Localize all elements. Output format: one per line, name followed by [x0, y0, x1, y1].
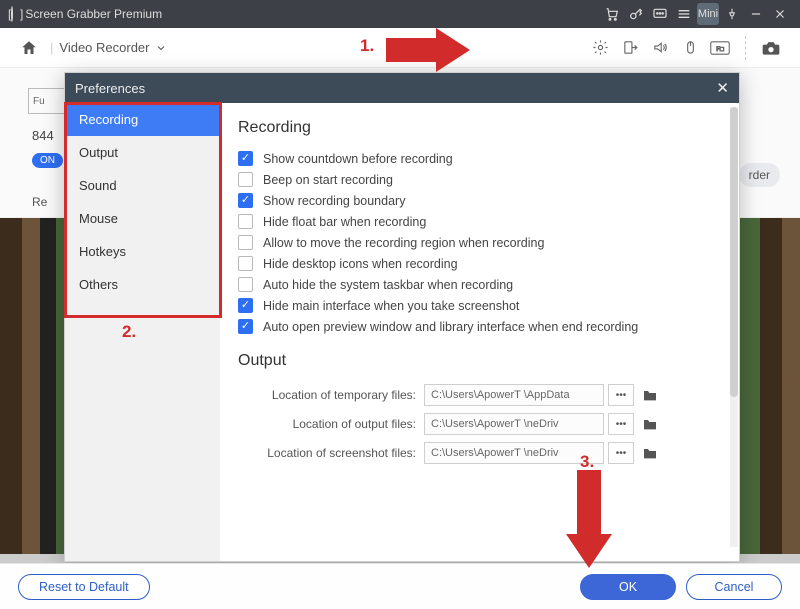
svg-text:F□: F□	[716, 46, 724, 53]
mode-label: Video Recorder	[59, 40, 149, 55]
dialog-titlebar: Preferences ✕	[65, 73, 739, 103]
output-label: Location of temporary files:	[238, 388, 416, 402]
output-row-0: Location of temporary files: C:\Users\Apo…	[238, 384, 721, 406]
sound-icon[interactable]	[648, 36, 672, 60]
output-label: Location of screenshot files:	[238, 446, 416, 460]
open-folder-icon[interactable]	[640, 414, 660, 434]
rder-badge: rder	[739, 163, 780, 187]
recording-option-7[interactable]: Hide main interface when you take screen…	[238, 298, 721, 313]
mouse-icon[interactable]	[678, 36, 702, 60]
close-icon[interactable]	[769, 3, 791, 25]
reset-button[interactable]: Reset to Default	[18, 574, 150, 600]
output-heading: Output	[238, 352, 721, 370]
minimize-icon[interactable]	[745, 3, 767, 25]
checkbox[interactable]	[238, 172, 253, 187]
option-label: Show countdown before recording	[263, 152, 453, 166]
option-label: Allow to move the recording region when …	[263, 236, 544, 250]
mini-button[interactable]: Mini	[697, 3, 719, 25]
app-title: Screen Grabber Premium	[25, 7, 162, 21]
bracket-logo: [ ]	[8, 7, 21, 21]
feedback-icon[interactable]	[649, 3, 671, 25]
key-icon[interactable]	[625, 3, 647, 25]
recording-option-3[interactable]: Hide float bar when recording	[238, 214, 721, 229]
ok-button[interactable]: OK	[580, 574, 676, 600]
checkbox[interactable]	[238, 277, 253, 292]
menu-icon[interactable]	[673, 3, 695, 25]
on-toggle[interactable]: ON	[32, 153, 63, 168]
checkbox[interactable]	[238, 256, 253, 271]
output-path[interactable]: C:\Users\ApowerT \AppData	[424, 384, 604, 406]
gear-icon[interactable]	[588, 36, 612, 60]
recording-option-0[interactable]: Show countdown before recording	[238, 151, 721, 166]
checkbox[interactable]	[238, 298, 253, 313]
browse-button[interactable]: •••	[608, 442, 634, 464]
cart-icon[interactable]	[601, 3, 623, 25]
option-label: Hide desktop icons when recording	[263, 257, 458, 271]
separator: |	[50, 40, 53, 55]
subpanel-number: 844	[32, 128, 54, 143]
camera-icon[interactable]	[759, 36, 783, 60]
option-label: Hide float bar when recording	[263, 215, 426, 229]
option-label: Show recording boundary	[263, 194, 405, 208]
browse-button[interactable]: •••	[608, 413, 634, 435]
dialog-close-icon[interactable]: ✕	[716, 79, 729, 97]
recording-option-8[interactable]: Auto open preview window and library int…	[238, 319, 721, 334]
annotation-arrow-3	[566, 470, 610, 570]
recording-option-2[interactable]: Show recording boundary	[238, 193, 721, 208]
recording-heading: Recording	[238, 119, 721, 137]
output-row-2: Location of screenshot files: C:\Users\Ap…	[238, 442, 721, 464]
option-label: Hide main interface when you take screen…	[263, 299, 519, 313]
checkbox[interactable]	[238, 193, 253, 208]
toolbar-divider	[745, 36, 746, 60]
cancel-button[interactable]: Cancel	[686, 574, 782, 600]
output-label: Location of output files:	[238, 417, 416, 431]
checkbox[interactable]	[238, 235, 253, 250]
recording-option-6[interactable]: Auto hide the system taskbar when record…	[238, 277, 721, 292]
rec-label: Re	[32, 195, 47, 209]
checkbox[interactable]	[238, 151, 253, 166]
annotation-step3: 3.	[580, 452, 594, 472]
output-path[interactable]: C:\Users\ApowerT \neDriv	[424, 413, 604, 435]
annotation-step2: 2.	[122, 322, 136, 342]
app-titlebar: [ ] Screen Grabber Premium Mini	[0, 0, 800, 28]
recording-option-5[interactable]: Hide desktop icons when recording	[238, 256, 721, 271]
option-label: Auto hide the system taskbar when record…	[263, 278, 513, 292]
browse-button[interactable]: •••	[608, 384, 634, 406]
chevron-down-icon	[155, 42, 167, 54]
open-folder-icon[interactable]	[640, 443, 660, 463]
option-label: Beep on start recording	[263, 173, 393, 187]
fhd-icon[interactable]: F□	[708, 36, 732, 60]
checkbox[interactable]	[238, 214, 253, 229]
preferences-content: Recording Show countdown before recordin…	[220, 103, 739, 561]
output-path[interactable]: C:\Users\ApowerT \neDriv	[424, 442, 604, 464]
pin-icon[interactable]	[721, 3, 743, 25]
recording-option-4[interactable]: Allow to move the recording region when …	[238, 235, 721, 250]
dialog-title: Preferences	[75, 81, 145, 96]
exit-icon[interactable]	[618, 36, 642, 60]
annotation-box-2	[64, 102, 222, 318]
content-scrollbar[interactable]	[730, 107, 738, 547]
checkbox[interactable]	[238, 319, 253, 334]
open-folder-icon[interactable]	[640, 385, 660, 405]
output-row-1: Location of output files: C:\Users\Apower…	[238, 413, 721, 435]
option-label: Auto open preview window and library int…	[263, 320, 638, 334]
mode-dropdown[interactable]: Video Recorder	[59, 40, 167, 55]
recording-option-1[interactable]: Beep on start recording	[238, 172, 721, 187]
home-icon[interactable]	[17, 36, 41, 60]
subpanel-box: Fu	[28, 88, 66, 114]
dialog-footer: Reset to Default OK Cancel	[0, 563, 800, 609]
annotation-arrow-1	[386, 28, 470, 72]
annotation-step1: 1.	[360, 36, 374, 56]
